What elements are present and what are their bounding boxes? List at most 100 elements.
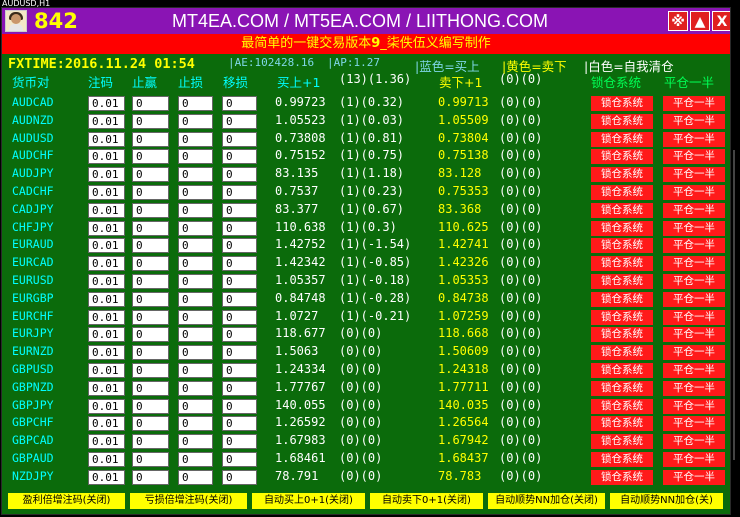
buy-price-button[interactable]: 118.677 (275, 326, 337, 343)
buy-price-button[interactable]: 78.791 (275, 469, 337, 486)
sell-price-button[interactable]: 118.668 (438, 326, 498, 343)
take-profit-input[interactable]: 0 (132, 416, 169, 432)
take-profit-input[interactable]: 0 (132, 131, 169, 147)
stop-loss-input[interactable]: 0 (178, 327, 213, 343)
close-half-button[interactable]: 平仓一半 (663, 363, 725, 378)
sell-price-button[interactable]: 1.05509 (438, 113, 498, 130)
lots-input[interactable]: 0.01 (88, 380, 125, 396)
lots-input[interactable]: 0.01 (88, 434, 125, 450)
close-half-button[interactable]: 平仓一半 (663, 345, 725, 361)
close-half-button[interactable]: 平仓一半 (663, 434, 725, 450)
lots-input[interactable]: 0.01 (88, 452, 125, 467)
trailing-stop-input[interactable]: 0 (222, 238, 257, 254)
settings-button[interactable]: ※ (668, 11, 688, 31)
sell-price-button[interactable]: 78.783 (438, 469, 498, 486)
stop-loss-input[interactable]: 0 (178, 256, 213, 272)
close-half-button[interactable]: 平仓一半 (663, 96, 725, 111)
stop-loss-input[interactable]: 0 (178, 113, 213, 129)
buy-price-button[interactable]: 1.77767 (275, 380, 337, 397)
close-half-button[interactable]: 平仓一半 (663, 256, 725, 272)
lock-system-button[interactable]: 锁仓系统 (591, 202, 653, 218)
lots-input[interactable]: 0.01 (88, 131, 125, 147)
trailing-stop-input[interactable]: 0 (222, 327, 257, 343)
trailing-stop-input[interactable]: 0 (222, 363, 257, 378)
lots-input[interactable]: 0.01 (88, 469, 125, 485)
take-profit-input[interactable]: 0 (132, 113, 169, 129)
take-profit-input[interactable]: 0 (132, 256, 169, 272)
lock-system-button[interactable]: 锁仓系统 (591, 131, 653, 147)
buy-price-button[interactable]: 1.24334 (275, 362, 337, 379)
buy-price-button[interactable]: 0.84748 (275, 291, 337, 308)
trailing-stop-input[interactable]: 0 (222, 167, 257, 183)
trailing-stop-input[interactable]: 0 (222, 96, 257, 111)
take-profit-input[interactable]: 0 (132, 185, 169, 200)
buy-price-button[interactable]: 83.377 (275, 202, 337, 219)
auto-sell-toggle[interactable]: 自动卖下0+1(关闭) (370, 493, 483, 509)
close-half-button[interactable]: 平仓一半 (663, 416, 725, 432)
sell-price-button[interactable]: 1.67942 (438, 433, 498, 450)
sell-price-button[interactable]: 1.50609 (438, 344, 498, 361)
lots-input[interactable]: 0.01 (88, 274, 125, 289)
sell-price-button[interactable]: 1.42326 (438, 255, 498, 272)
buy-price-button[interactable]: 0.99723 (275, 95, 337, 112)
stop-loss-input[interactable]: 0 (178, 363, 213, 378)
trailing-stop-input[interactable]: 0 (222, 416, 257, 432)
close-half-button[interactable]: 平仓一半 (663, 452, 725, 467)
auto-trend-add-toggle-2[interactable]: 自动顺势NN加仓(关) (610, 493, 723, 509)
close-half-button[interactable]: 平仓一半 (663, 149, 725, 165)
lots-input[interactable]: 0.01 (88, 202, 125, 218)
lots-input[interactable]: 0.01 (88, 220, 125, 236)
lock-system-button[interactable]: 锁仓系统 (591, 327, 653, 343)
stop-loss-input[interactable]: 0 (178, 149, 213, 165)
sell-price-button[interactable]: 1.68437 (438, 451, 498, 468)
buy-price-button[interactable]: 110.638 (275, 220, 337, 237)
header-buy-button[interactable]: 买上+1 (277, 72, 320, 90)
stop-loss-input[interactable]: 0 (178, 398, 213, 414)
sell-price-button[interactable]: 140.035 (438, 398, 498, 415)
stop-loss-input[interactable]: 0 (178, 416, 213, 432)
lots-input[interactable]: 0.01 (88, 96, 125, 111)
lock-system-button[interactable]: 锁仓系统 (591, 291, 653, 307)
take-profit-input[interactable]: 0 (132, 380, 169, 396)
take-profit-input[interactable]: 0 (132, 309, 169, 325)
stop-loss-input[interactable]: 0 (178, 291, 213, 307)
close-half-button[interactable]: 平仓一半 (663, 309, 725, 325)
lots-input[interactable]: 0.01 (88, 327, 125, 343)
stop-loss-input[interactable]: 0 (178, 202, 213, 218)
trailing-stop-input[interactable]: 0 (222, 113, 257, 129)
stop-loss-input[interactable]: 0 (178, 238, 213, 254)
lock-system-button[interactable]: 锁仓系统 (591, 434, 653, 450)
take-profit-input[interactable]: 0 (132, 327, 169, 343)
buy-price-button[interactable]: 1.68461 (275, 451, 337, 468)
trailing-stop-input[interactable]: 0 (222, 131, 257, 147)
trailing-stop-input[interactable]: 0 (222, 434, 257, 450)
lock-system-button[interactable]: 锁仓系统 (591, 256, 653, 272)
buy-price-button[interactable]: 1.42752 (275, 237, 337, 254)
take-profit-input[interactable]: 0 (132, 202, 169, 218)
sell-price-button[interactable]: 0.84738 (438, 291, 498, 308)
take-profit-input[interactable]: 0 (132, 274, 169, 289)
loss-multiply-lots-toggle[interactable]: 亏损倍增注码(关闭) (130, 493, 247, 509)
auto-trend-add-toggle[interactable]: 自动顺势NN加仓(关闭) (488, 493, 605, 509)
lots-input[interactable]: 0.01 (88, 185, 125, 200)
close-half-button[interactable]: 平仓一半 (663, 220, 725, 236)
buy-price-button[interactable]: 1.05357 (275, 273, 337, 290)
lock-system-button[interactable]: 锁仓系统 (591, 416, 653, 432)
buy-price-button[interactable]: 0.73808 (275, 131, 337, 148)
trailing-stop-input[interactable]: 0 (222, 202, 257, 218)
lock-system-button[interactable]: 锁仓系统 (591, 398, 653, 414)
stop-loss-input[interactable]: 0 (178, 345, 213, 361)
stop-loss-input[interactable]: 0 (178, 469, 213, 485)
take-profit-input[interactable]: 0 (132, 220, 169, 236)
take-profit-input[interactable]: 0 (132, 452, 169, 467)
lock-system-button[interactable]: 锁仓系统 (591, 113, 653, 129)
stop-loss-input[interactable]: 0 (178, 131, 213, 147)
take-profit-input[interactable]: 0 (132, 434, 169, 450)
close-half-button[interactable]: 平仓一半 (663, 185, 725, 200)
trailing-stop-input[interactable]: 0 (222, 345, 257, 361)
take-profit-input[interactable]: 0 (132, 363, 169, 378)
lock-system-button[interactable]: 锁仓系统 (591, 96, 653, 111)
buy-price-button[interactable]: 1.0727 (275, 309, 337, 326)
trailing-stop-input[interactable]: 0 (222, 469, 257, 485)
sell-price-button[interactable]: 1.07259 (438, 309, 498, 326)
